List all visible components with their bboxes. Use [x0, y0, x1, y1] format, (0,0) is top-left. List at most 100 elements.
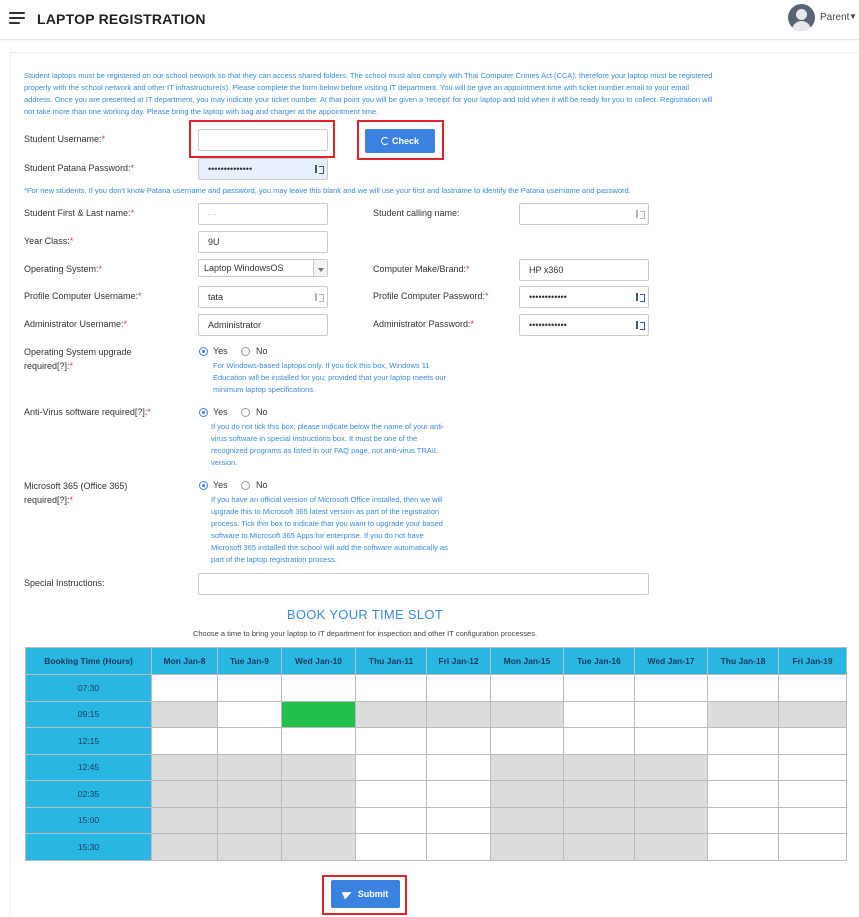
slot-cell-open[interactable]	[707, 674, 779, 702]
table-row: 09:15	[25, 700, 847, 728]
year-class-input[interactable]: 9U	[198, 231, 328, 253]
slot-cell-open[interactable]	[355, 753, 427, 781]
day-column-header: Thu Jan-18	[707, 647, 779, 675]
slot-cell-open[interactable]	[426, 780, 491, 808]
ms365-label: Microsoft 365 (Office 365) required[?]:*	[24, 481, 128, 505]
operating-system-select[interactable]: Laptop WindowsOS	[198, 259, 328, 277]
slot-cell-open[interactable]	[426, 674, 491, 702]
check-button[interactable]: Check	[365, 129, 435, 153]
student-username-input[interactable]	[198, 129, 328, 151]
slot-cell-unavailable	[563, 806, 635, 834]
page-title: LAPTOP REGISTRATION	[37, 11, 206, 27]
antivirus-yes-label[interactable]: Yes	[213, 407, 228, 417]
day-column-header: Mon Jan-8	[151, 647, 218, 675]
submit-button[interactable]: Submit	[331, 880, 400, 908]
slot-cell-open[interactable]	[778, 833, 847, 861]
user-menu[interactable]: Parent	[820, 12, 849, 23]
menu-icon[interactable]	[9, 12, 25, 24]
slot-cell-open[interactable]	[707, 753, 779, 781]
slot-cell-unavailable	[490, 753, 564, 781]
slot-cell-open[interactable]	[634, 700, 708, 728]
slot-cell-open[interactable]	[490, 727, 564, 755]
slot-cell-unavailable	[490, 780, 564, 808]
slot-cell-open[interactable]	[634, 674, 708, 702]
profile-password-label: Profile Computer Password:*	[373, 291, 489, 301]
slot-cell-unavailable	[281, 753, 356, 781]
password-manager-icon[interactable]	[315, 292, 324, 302]
slot-cell-open[interactable]	[426, 753, 491, 781]
ms365-no-label[interactable]: No	[256, 480, 268, 490]
slot-cell-open[interactable]	[707, 833, 779, 861]
ms365-yes-label[interactable]: Yes	[213, 480, 228, 490]
first-last-name-input[interactable]: · ·	[198, 203, 328, 225]
ms365-yes-radio[interactable]	[199, 481, 208, 490]
slot-cell-open[interactable]	[355, 833, 427, 861]
password-manager-icon[interactable]	[636, 292, 645, 302]
slot-cell-open[interactable]	[355, 674, 427, 702]
slot-cell-open[interactable]	[707, 780, 779, 808]
slot-cell-unavailable	[563, 780, 635, 808]
booking-table: Booking Time (Hours) Mon Jan-8 Tue Jan-9 We…	[25, 647, 847, 861]
admin-username-input[interactable]: Administrator	[198, 314, 328, 336]
computer-brand-input[interactable]: HP x360	[519, 259, 649, 281]
password-manager-icon[interactable]	[636, 209, 645, 219]
slot-cell-unavailable	[151, 806, 218, 834]
special-instructions-input[interactable]	[198, 573, 649, 595]
profile-username-input[interactable]: tata	[198, 286, 328, 308]
slot-cell-open[interactable]	[217, 700, 282, 728]
slot-cell-open[interactable]	[778, 753, 847, 781]
slot-cell-open[interactable]	[151, 674, 218, 702]
special-instructions-label: Special Instructions:	[24, 578, 105, 588]
os-upgrade-no-radio[interactable]	[241, 347, 250, 356]
slot-cell-open[interactable]	[707, 727, 779, 755]
time-cell: 15:00	[25, 806, 152, 834]
top-bar: LAPTOP REGISTRATION Parent ▼	[0, 0, 859, 40]
slot-cell-open[interactable]	[707, 806, 779, 834]
avatar[interactable]	[788, 4, 815, 31]
os-upgrade-yes-radio[interactable]	[199, 347, 208, 356]
calling-name-input[interactable]	[519, 203, 649, 225]
slot-cell-open[interactable]	[151, 727, 218, 755]
slot-cell-open[interactable]	[355, 727, 427, 755]
slot-cell-open[interactable]	[563, 700, 635, 728]
antivirus-no-radio[interactable]	[241, 408, 250, 417]
slot-cell-open[interactable]	[563, 674, 635, 702]
day-column-header: Tue Jan-16	[563, 647, 635, 675]
os-upgrade-yes-label[interactable]: Yes	[213, 346, 228, 356]
slot-cell-open[interactable]	[281, 727, 356, 755]
slot-cell-open[interactable]	[778, 727, 847, 755]
ms365-no-radio[interactable]	[241, 481, 250, 490]
slot-cell-open[interactable]	[778, 674, 847, 702]
password-manager-icon[interactable]	[315, 164, 324, 174]
slot-cell-open[interactable]	[217, 674, 282, 702]
antivirus-yes-radio[interactable]	[199, 408, 208, 417]
slot-cell-unavailable	[707, 700, 779, 728]
admin-password-input[interactable]: ••••••••••••	[519, 314, 649, 336]
slot-cell-open[interactable]	[281, 674, 356, 702]
slot-cell-open[interactable]	[778, 806, 847, 834]
slot-cell-unavailable	[151, 700, 218, 728]
slot-cell-open[interactable]	[217, 727, 282, 755]
slot-cell-selected[interactable]	[281, 700, 356, 728]
send-icon	[341, 888, 354, 900]
time-column-header: Booking Time (Hours)	[25, 647, 152, 675]
antivirus-help: If you do not tick this box, please indi…	[211, 422, 445, 467]
password-manager-icon[interactable]	[636, 320, 645, 330]
chevron-down-icon[interactable]: ▼	[849, 12, 857, 21]
slot-cell-open[interactable]	[355, 806, 427, 834]
antivirus-no-label[interactable]: No	[256, 407, 268, 417]
day-column-header: Thu Jan-11	[355, 647, 427, 675]
slot-cell-open[interactable]	[634, 727, 708, 755]
slot-cell-open[interactable]	[563, 727, 635, 755]
slot-cell-open[interactable]	[426, 727, 491, 755]
patana-password-input[interactable]: ••••••••••••••	[198, 158, 328, 180]
profile-password-input[interactable]: ••••••••••••	[519, 286, 649, 308]
os-upgrade-no-label[interactable]: No	[256, 346, 268, 356]
slot-cell-unavailable	[281, 780, 356, 808]
slot-cell-open[interactable]	[355, 780, 427, 808]
slot-cell-open[interactable]	[778, 780, 847, 808]
slot-cell-open[interactable]	[426, 806, 491, 834]
slot-cell-open[interactable]	[490, 674, 564, 702]
slot-cell-open[interactable]	[426, 833, 491, 861]
time-cell: 12:45	[25, 753, 152, 781]
